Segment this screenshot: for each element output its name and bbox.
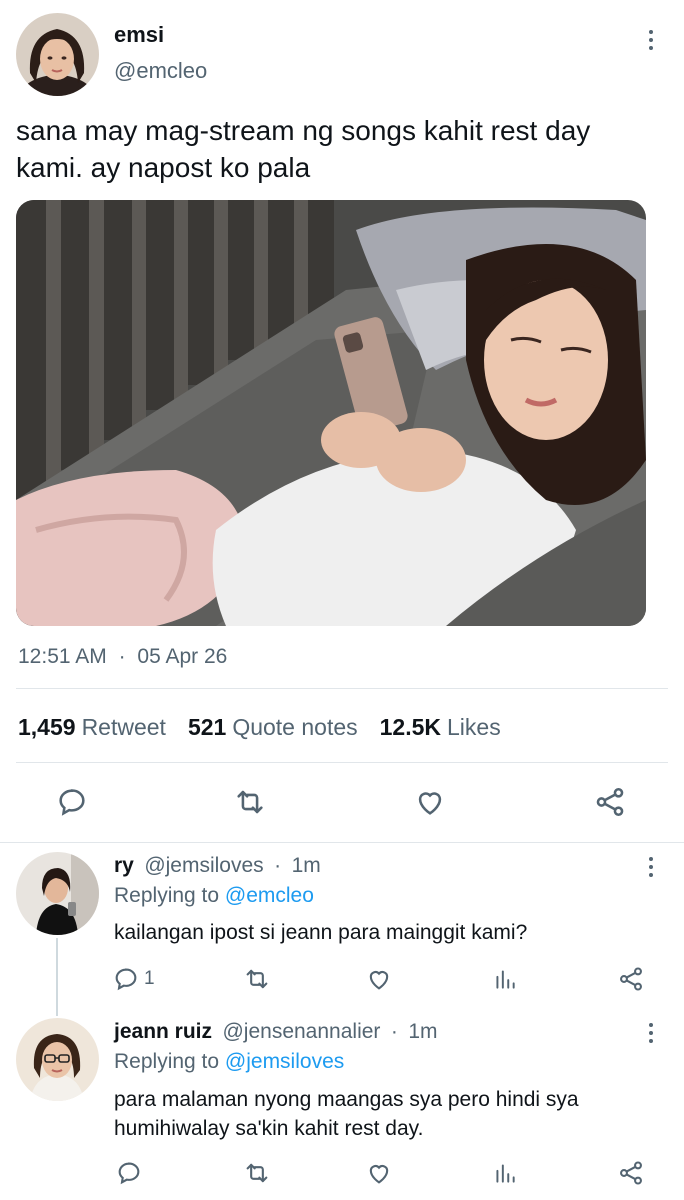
reply-count: 1 xyxy=(144,968,155,989)
time-separator: · xyxy=(118,645,126,668)
more-icon[interactable] xyxy=(636,1018,666,1048)
retweet-icon xyxy=(246,1163,268,1183)
tweet-timestamp[interactable]: 12:51 AM · 05 Apr 26 xyxy=(18,645,227,669)
share-icon xyxy=(596,787,624,817)
thread-line xyxy=(56,938,58,1016)
retweet-icon xyxy=(237,790,263,814)
reply-avatar[interactable] xyxy=(16,1018,99,1101)
retweet-label: Retweet xyxy=(81,714,166,740)
tweet-time: 12:51 AM xyxy=(18,645,107,668)
more-icon[interactable] xyxy=(636,25,666,55)
tweet-stats: 1,459 Retweet 521 Quote notes 12.5K Likes xyxy=(18,714,501,741)
like-icon xyxy=(418,792,442,815)
reply-header: jeann ruiz @jensenannalier · 1m xyxy=(114,1020,438,1044)
divider xyxy=(0,842,684,843)
retweet-button[interactable] xyxy=(240,1156,274,1190)
replying-to-handle[interactable]: @jemsiloves xyxy=(225,1050,344,1073)
like-count: 12.5K xyxy=(379,714,441,740)
tweet-photo[interactable] xyxy=(16,200,646,626)
retweet-stat[interactable]: 1,459 Retweet xyxy=(18,714,166,741)
reply-button[interactable] xyxy=(112,1156,146,1190)
more-icon[interactable] xyxy=(636,852,666,882)
reply-author-handle[interactable]: @jemsiloves xyxy=(144,854,263,877)
analytics-icon xyxy=(496,970,515,989)
quote-label: Quote notes xyxy=(232,714,358,740)
retweet-button[interactable] xyxy=(240,962,274,996)
share-icon xyxy=(620,967,642,991)
like-stat[interactable]: 12.5K Likes xyxy=(380,714,501,741)
main-tweet-text: sana may mag-stream ng songs kahit rest … xyxy=(16,112,666,186)
replying-to-label: Replying to xyxy=(114,1050,220,1073)
retweet-count: 1,459 xyxy=(18,714,76,740)
reply-header: ry @jemsiloves · 1m xyxy=(114,854,321,878)
reply-time[interactable]: 1m xyxy=(408,1020,437,1043)
analytics-button[interactable] xyxy=(488,1156,522,1190)
replying-to: Replying to @emcleo xyxy=(114,884,314,908)
replying-to-label: Replying to xyxy=(114,884,220,907)
reply-text-line1: kailangan ipost si jeann para mainggit k… xyxy=(114,921,528,944)
main-author-name[interactable]: emsi xyxy=(114,22,164,48)
main-tweet-text-line1: sana may mag-stream ng songs kahit rest … xyxy=(16,115,591,146)
share-button[interactable] xyxy=(614,1156,648,1190)
reply-author-name[interactable]: ry xyxy=(114,854,134,877)
reply-icon xyxy=(118,1162,140,1185)
meta-separator: · xyxy=(390,1020,398,1043)
reply-author-name[interactable]: jeann ruiz xyxy=(114,1020,212,1043)
share-button[interactable] xyxy=(590,784,630,820)
reply-text-line1: para malaman nyong maangas sya pero hind… xyxy=(114,1088,579,1111)
like-icon xyxy=(369,971,389,990)
reply-icon xyxy=(59,789,85,816)
main-tweet-text-line2: kami. ay napost ko pala xyxy=(16,152,311,183)
reply-text-line2: humihiwalay sa'kin kahit rest day. xyxy=(114,1117,424,1140)
like-button[interactable] xyxy=(362,1156,396,1190)
reply-icon xyxy=(115,968,137,991)
meta-separator: · xyxy=(274,854,282,877)
share-icon xyxy=(620,1161,642,1185)
reply-author-handle[interactable]: @jensenannalier xyxy=(222,1020,380,1043)
divider xyxy=(16,688,668,689)
divider xyxy=(16,762,668,763)
share-button[interactable] xyxy=(614,962,648,996)
replying-to: Replying to @jemsiloves xyxy=(114,1050,344,1074)
retweet-icon xyxy=(246,969,268,989)
like-button[interactable] xyxy=(362,962,396,996)
analytics-icon xyxy=(496,1164,515,1183)
main-avatar[interactable] xyxy=(16,13,99,96)
like-label: Likes xyxy=(447,714,501,740)
analytics-button[interactable] xyxy=(488,962,522,996)
reply-button[interactable]: 1 xyxy=(112,962,155,996)
replying-to-handle[interactable]: @emcleo xyxy=(225,884,314,907)
reply-text: para malaman nyong maangas sya pero hind… xyxy=(114,1085,674,1143)
quote-stat[interactable]: 521 Quote notes xyxy=(188,714,358,741)
reply-time[interactable]: 1m xyxy=(292,854,321,877)
like-icon xyxy=(369,1165,389,1184)
reply-text: kailangan ipost si jeann para mainggit k… xyxy=(114,918,654,947)
retweet-button[interactable] xyxy=(230,784,270,820)
like-button[interactable] xyxy=(410,784,450,820)
main-author-handle[interactable]: @emcleo xyxy=(114,58,207,84)
quote-count: 521 xyxy=(187,714,227,740)
tweet-date: 05 Apr 26 xyxy=(137,645,228,668)
reply-avatar[interactable] xyxy=(16,852,99,935)
reply-button[interactable] xyxy=(52,784,92,820)
